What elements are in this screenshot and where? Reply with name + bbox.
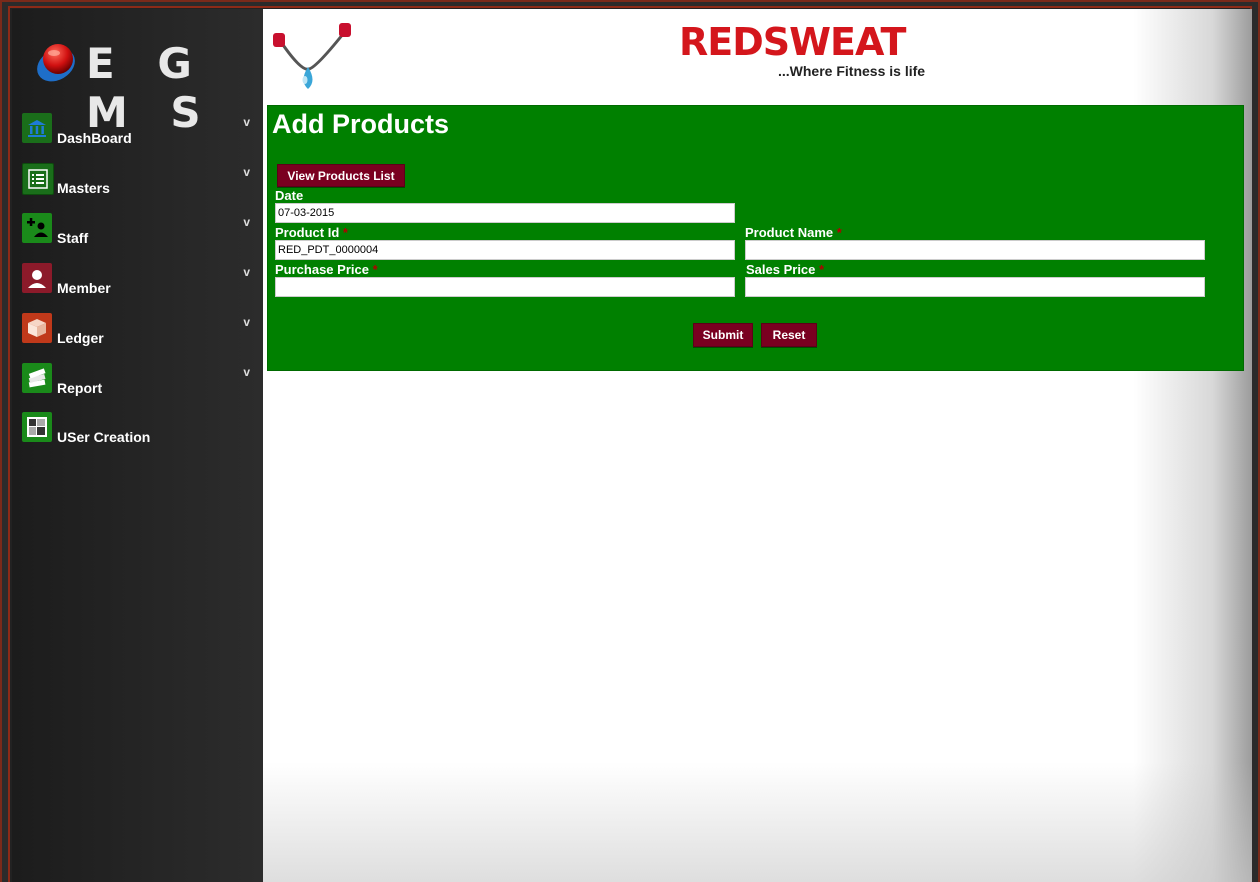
svg-text:REDSWEAT: REDSWEAT [679, 21, 906, 61]
required-marker: * [372, 262, 378, 277]
product-id-field[interactable] [275, 240, 735, 260]
main-content: REDSWEAT ...Where Fitness is life Add Pr… [263, 9, 1252, 882]
required-marker: * [819, 262, 825, 277]
product-name-label-text: Product Name [745, 225, 834, 240]
product-name-field[interactable] [745, 240, 1205, 260]
sidebar-item-report[interactable]: Report v [22, 363, 262, 403]
redsweat-logo-icon: REDSWEAT [679, 21, 907, 61]
user-creation-icon [22, 412, 52, 442]
submit-button[interactable]: Submit [693, 323, 753, 347]
sidebar-item-user-creation[interactable]: USer Creation [22, 412, 262, 452]
sidebar-item-member[interactable]: Member v [22, 263, 262, 303]
tagline: ...Where Fitness is life [778, 63, 926, 79]
product-id-label: Product Id * [275, 225, 348, 240]
sidebar-item-label: Report [57, 380, 103, 396]
chevron-down-icon[interactable]: v [243, 165, 250, 179]
reset-button[interactable]: Reset [761, 323, 817, 347]
sales-price-label-text: Sales Price [746, 262, 816, 277]
required-marker: * [342, 225, 348, 240]
sidebar-item-label: Masters [57, 180, 110, 196]
view-products-list-button[interactable]: View Products List [277, 164, 405, 187]
chevron-down-icon[interactable]: v [243, 215, 250, 229]
header: REDSWEAT ...Where Fitness is life [263, 9, 1252, 104]
logo-ball-icon [37, 44, 75, 82]
chevron-down-icon[interactable]: v [243, 115, 250, 129]
page-title: Add Products [272, 109, 450, 139]
sidebar-item-ledger[interactable]: Ledger v [22, 313, 262, 353]
add-user-icon [22, 213, 52, 243]
date-field[interactable] [275, 203, 735, 223]
app-logo[interactable]: E G M S [32, 35, 262, 137]
purchase-price-field[interactable] [275, 277, 735, 297]
chevron-down-icon[interactable]: v [243, 315, 250, 329]
chevron-down-icon[interactable]: v [243, 265, 250, 279]
chevron-down-icon[interactable]: v [243, 365, 250, 379]
required-marker: * [836, 225, 842, 240]
product-id-label-text: Product Id [275, 225, 340, 240]
main-shade [263, 762, 1252, 882]
product-name-label: Product Name * [745, 225, 842, 240]
box-icon [22, 313, 52, 343]
date-label: Date [275, 188, 304, 203]
purchase-price-label: Purchase Price * [275, 262, 378, 277]
sidebar-item-dashboard[interactable]: DashBoard v [22, 113, 262, 153]
sidebar-item-staff[interactable]: Staff v [22, 213, 262, 253]
sidebar-item-label: Ledger [57, 330, 104, 346]
dumbbell-drop-logo-icon [273, 23, 351, 89]
sidebar-item-masters[interactable]: Masters v [22, 163, 262, 203]
add-products-panel: Add Products View Products List Date Pro… [267, 105, 1244, 371]
sidebar: E G M S DashBoard v Masters v Staff v Me… [12, 9, 263, 882]
books-icon [22, 363, 52, 393]
sidebar-item-label: Staff [57, 230, 89, 246]
purchase-price-label-text: Purchase Price [275, 262, 369, 277]
sidebar-item-label: DashBoard [57, 130, 132, 146]
bank-icon [22, 113, 52, 143]
sidebar-item-label: Member [57, 280, 111, 296]
list-icon [22, 163, 54, 195]
sales-price-label: Sales Price * [746, 262, 824, 277]
user-icon [22, 263, 52, 293]
sales-price-field[interactable] [745, 277, 1205, 297]
sidebar-item-label: USer Creation [57, 429, 151, 445]
